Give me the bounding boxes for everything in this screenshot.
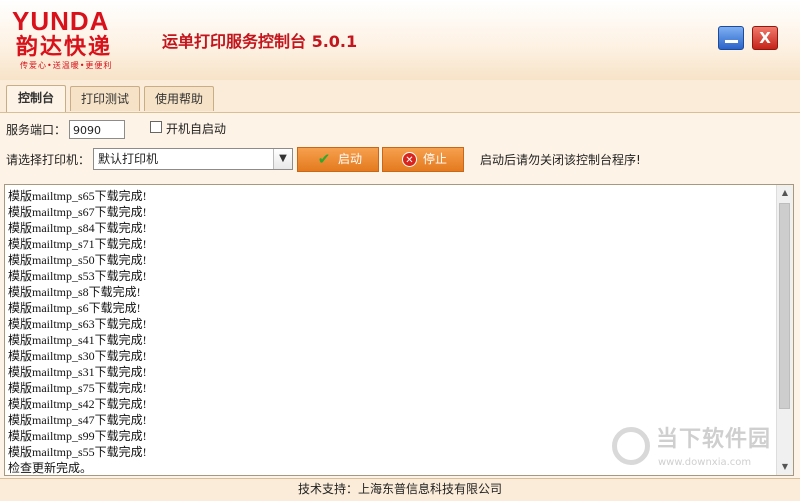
log-line: 模版mailtmp_s65下载完成! [8,189,147,203]
printer-select-value: 默认打印机 [98,152,159,166]
stop-button[interactable]: ✕ 停止 [382,147,464,172]
printer-select[interactable]: 默认打印机 ▼ [93,148,293,170]
watermark-text: 当下软件园 [656,427,772,452]
printer-label: 请选择打印机： [6,153,91,167]
minimize-icon [725,40,738,43]
footer-text: 技术支持：上海东普信息科技有限公司 [297,482,502,496]
tab-help[interactable]: 使用帮助 [144,86,214,111]
stop-button-label: 停止 [423,152,448,166]
start-button-label: 启动 [338,152,363,166]
scroll-up-icon[interactable]: ▲ [777,185,793,201]
scroll-thumb[interactable] [779,203,790,409]
app-title: 运单打印服务控制台 5.0.1 [162,32,358,51]
close-button[interactable]: X [752,26,778,50]
yunda-logo: YUNDA 韵达快递 传爱心•送温暖•更便利 [12,8,142,72]
startup-hint: 启动后请勿关闭该控制台程序! [480,153,641,167]
log-line: 模版mailtmp_s8下载完成! [8,285,141,299]
log-line: 模版mailtmp_s71下载完成! [8,237,147,251]
log-line: 模版mailtmp_s42下载完成! [8,397,147,411]
watermark: 当下软件园 www.downxia.com [612,425,782,480]
log-line: 模版mailtmp_s31下载完成! [8,365,147,379]
logo-brand: YUNDA [12,6,110,36]
log-line: 模版mailtmp_s41下载完成! [8,333,147,347]
log-line: 模版mailtmp_s6下载完成! [8,301,141,315]
tab-print-test[interactable]: 打印测试 [70,86,140,111]
log-line: 模版mailtmp_s84下载完成! [8,221,147,235]
checkmark-icon: ✔ [317,150,331,168]
logo-chinese-name: 韵达快递 [16,35,113,60]
autostart-checkbox[interactable] [150,121,162,133]
minimize-button[interactable] [718,26,744,50]
log-line: 模版mailtmp_s50下载完成! [8,253,147,267]
port-label: 服务端口： [6,123,67,137]
stop-icon: ✕ [402,152,417,167]
watermark-logo-icon [612,427,650,465]
log-line: 模版mailtmp_s30下载完成! [8,349,147,363]
start-button[interactable]: ✔ 启动 [297,147,379,172]
watermark-url: www.downxia.com [658,457,752,468]
tab-bar: 控制台 打印测试 使用帮助 [0,80,800,113]
log-line: 模版mailtmp_s67下载完成! [8,205,147,219]
title-bar: YUNDA 韵达快递 传爱心•送温暖•更便利 运单打印服务控制台 5.0.1 X [0,0,800,81]
chevron-down-icon[interactable]: ▼ [273,149,292,169]
port-input[interactable]: 9090 [69,120,125,139]
log-line: 模版mailtmp_s75下载完成! [8,381,147,395]
footer: 技术支持：上海东普信息科技有限公司 [0,478,800,501]
close-icon: X [759,29,771,47]
logo-slogan: 传爱心•送温暖•更便利 [20,61,113,70]
tab-console[interactable]: 控制台 [6,85,66,112]
log-line: 模版mailtmp_s53下载完成! [8,269,147,283]
log-line: 模版mailtmp_s63下载完成! [8,317,147,331]
autostart-label: 开机自启动 [166,122,227,136]
